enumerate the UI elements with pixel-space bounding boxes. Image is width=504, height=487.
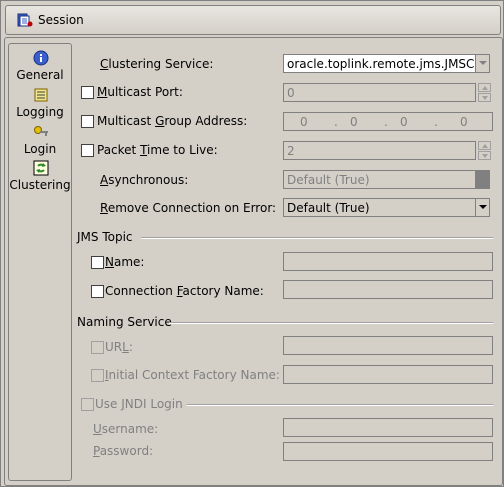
spinner-down-button[interactable] bbox=[478, 151, 491, 160]
ip-octet-4: 0 bbox=[460, 115, 468, 129]
spinner-up-button[interactable] bbox=[478, 83, 491, 92]
ip-octet-1: 0 bbox=[300, 115, 308, 129]
url-input[interactable] bbox=[283, 336, 493, 355]
multicast-port-checkbox[interactable] bbox=[81, 86, 94, 99]
content-panel: General Logging Login Clustering Cluster… bbox=[4, 37, 503, 486]
ip-octet-3: 0 bbox=[400, 115, 408, 129]
naming-service-header: Naming Service bbox=[77, 315, 172, 329]
spinner-down-button[interactable] bbox=[478, 93, 491, 102]
asynchronous-dropdown-button[interactable] bbox=[475, 170, 490, 189]
nav-label-login: Login bbox=[23, 142, 57, 156]
url-label: URL: bbox=[105, 340, 133, 354]
jms-topic-header: JMS Topic bbox=[77, 230, 133, 244]
multicast-group-address-checkbox[interactable] bbox=[81, 115, 94, 128]
jms-name-checkbox[interactable] bbox=[91, 256, 104, 269]
packet-ttl-spinner[interactable] bbox=[478, 141, 492, 161]
use-jndi-login-label: Use JNDI Login bbox=[95, 397, 183, 411]
remove-connection-select[interactable]: Default (True) bbox=[283, 198, 476, 217]
url-checkbox[interactable] bbox=[91, 341, 104, 354]
multicast-port-spinner[interactable] bbox=[478, 83, 492, 103]
connection-factory-checkbox[interactable] bbox=[91, 285, 104, 298]
info-icon bbox=[33, 50, 49, 66]
initial-context-label: Initial Context Factory Name: bbox=[105, 368, 280, 382]
naming-service-separator bbox=[169, 322, 493, 324]
chevron-down-icon bbox=[479, 205, 487, 209]
multicast-group-address-input[interactable]: 0 . 0 . 0 . 0 bbox=[283, 112, 493, 131]
session-window: Session General Logging Login Clustering… bbox=[0, 0, 504, 487]
chevron-down-icon bbox=[479, 61, 487, 65]
username-label: Username: bbox=[93, 422, 159, 436]
use-jndi-login-checkbox[interactable] bbox=[81, 398, 94, 411]
nav-item-logging[interactable]: Logging bbox=[9, 84, 71, 124]
nav-label-clustering: Clustering bbox=[9, 178, 71, 192]
nav-item-general[interactable]: General bbox=[9, 48, 71, 88]
clustering-service-label: Clustering Service: bbox=[100, 57, 214, 71]
nav-item-clustering[interactable]: Clustering bbox=[9, 157, 71, 197]
remove-connection-dropdown-button[interactable] bbox=[475, 198, 490, 217]
username-input[interactable] bbox=[283, 418, 493, 437]
clustering-service-select[interactable]: oracle.toplink.remote.jms.JMSClust bbox=[283, 54, 476, 73]
connection-factory-label: Connection Factory Name: bbox=[105, 284, 264, 298]
title-bar: Session bbox=[5, 5, 501, 35]
key-icon bbox=[34, 126, 48, 136]
ip-octet-2: 0 bbox=[350, 115, 358, 129]
session-icon bbox=[17, 13, 33, 27]
connection-factory-input[interactable] bbox=[283, 280, 493, 299]
asynchronous-label: Asynchronous: bbox=[100, 173, 189, 187]
password-input[interactable] bbox=[283, 442, 493, 461]
jms-name-label: Name: bbox=[105, 255, 145, 269]
jms-name-input[interactable] bbox=[283, 252, 493, 271]
packet-ttl-input[interactable]: 2 bbox=[283, 141, 476, 160]
clustering-icon bbox=[33, 160, 49, 176]
packet-ttl-label: Packet Time to Live: bbox=[97, 143, 218, 157]
multicast-group-address-label: Multicast Group Address: bbox=[97, 114, 248, 128]
remove-connection-label: Remove Connection on Error: bbox=[100, 201, 277, 215]
initial-context-input[interactable] bbox=[283, 365, 493, 384]
asynchronous-select[interactable]: Default (True) bbox=[283, 170, 476, 189]
nav-label-general: General bbox=[16, 68, 64, 82]
window-title: Session bbox=[38, 13, 84, 27]
logging-icon bbox=[34, 88, 48, 102]
jms-topic-separator bbox=[141, 237, 493, 239]
initial-context-checkbox[interactable] bbox=[91, 369, 104, 382]
packet-ttl-checkbox[interactable] bbox=[81, 144, 94, 157]
password-label: Password: bbox=[93, 444, 154, 458]
nav-panel: General Logging Login Clustering bbox=[8, 43, 72, 481]
nav-item-login[interactable]: Login bbox=[9, 120, 71, 160]
spinner-up-button[interactable] bbox=[478, 141, 491, 150]
jndi-separator bbox=[187, 404, 493, 406]
multicast-port-input[interactable]: 0 bbox=[283, 83, 476, 102]
clustering-service-dropdown-button[interactable] bbox=[475, 54, 490, 73]
multicast-port-label: Multicast Port: bbox=[97, 85, 183, 99]
nav-label-logging: Logging bbox=[16, 105, 64, 119]
